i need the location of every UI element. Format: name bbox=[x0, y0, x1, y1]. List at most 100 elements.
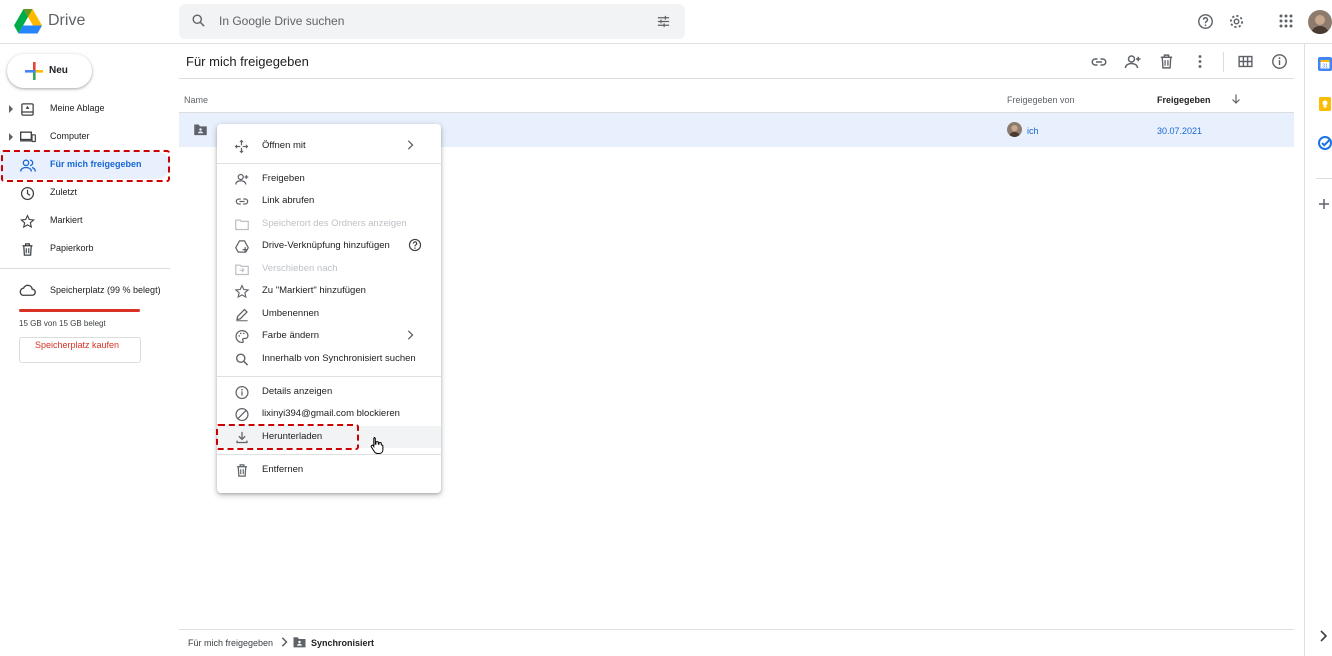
menu-item-label: Link abrufen bbox=[262, 195, 315, 206]
side-panel-divider bbox=[1316, 178, 1332, 179]
shared-with-me-icon bbox=[20, 158, 36, 173]
calendar-icon[interactable]: 31 bbox=[1318, 57, 1332, 71]
breadcrumb-parent[interactable]: Für mich freigegeben bbox=[188, 638, 273, 648]
sidebar-item-label: Papierkorb bbox=[50, 243, 94, 253]
menu-item-move-to: Verschieben nach bbox=[217, 258, 441, 280]
row-shared-date: 30.07.2021 bbox=[1157, 126, 1203, 136]
my-drive-icon bbox=[20, 102, 35, 117]
palette-icon bbox=[234, 329, 250, 344]
menu-item-open-with[interactable]: Öffnen mit bbox=[217, 135, 441, 157]
toolbar-divider-line bbox=[179, 78, 1294, 79]
menu-item-change-color[interactable]: Farbe ändern bbox=[217, 325, 441, 347]
context-menu: Öffnen mit Freigeben Link abrufen Speich… bbox=[217, 124, 441, 493]
chevron-right-icon bbox=[406, 330, 414, 340]
menu-item-label: Öffnen mit bbox=[262, 140, 306, 151]
menu-divider bbox=[217, 454, 441, 455]
owner-avatar bbox=[1007, 122, 1022, 137]
star-icon bbox=[234, 284, 250, 299]
buy-storage-label: Speicherplatz kaufen bbox=[35, 340, 120, 350]
sort-descending-icon[interactable] bbox=[1230, 93, 1242, 105]
menu-item-label: Umbenennen bbox=[262, 308, 320, 319]
expand-arrow-icon[interactable] bbox=[9, 105, 13, 113]
drive-logo-icon[interactable] bbox=[14, 9, 42, 34]
block-icon bbox=[234, 407, 250, 422]
menu-item-share[interactable]: Freigeben bbox=[217, 168, 441, 190]
link-icon bbox=[234, 194, 250, 209]
star-icon bbox=[20, 214, 35, 229]
tasks-icon[interactable] bbox=[1318, 136, 1332, 150]
help-icon[interactable] bbox=[1197, 13, 1214, 30]
menu-item-remove[interactable]: Entfernen bbox=[217, 459, 441, 481]
chevron-right-icon[interactable] bbox=[1319, 630, 1327, 642]
expand-arrow-icon[interactable] bbox=[9, 133, 13, 141]
avatar[interactable] bbox=[1308, 10, 1332, 34]
menu-item-label: Verschieben nach bbox=[262, 263, 338, 274]
menu-item-rename[interactable]: Umbenennen bbox=[217, 303, 441, 325]
storage-label[interactable]: Speicherplatz (99 % belegt) bbox=[50, 285, 161, 295]
page-title: Für mich freigegeben bbox=[186, 54, 309, 69]
sidebar-item-label: Meine Ablage bbox=[50, 103, 105, 113]
search-options-icon[interactable] bbox=[656, 14, 671, 29]
menu-item-label: Speicherort des Ordners anzeigen bbox=[262, 218, 407, 229]
plus-icon bbox=[25, 62, 43, 80]
info-icon bbox=[234, 385, 250, 400]
svg-text:31: 31 bbox=[1322, 64, 1328, 70]
add-shortcut-icon bbox=[234, 239, 250, 254]
info-icon[interactable] bbox=[1271, 53, 1288, 70]
link-icon[interactable] bbox=[1090, 53, 1108, 71]
menu-item-label: Entfernen bbox=[262, 464, 304, 475]
sidebar-item-my-drive[interactable]: Meine Ablage bbox=[0, 95, 170, 123]
keep-icon[interactable] bbox=[1318, 97, 1332, 111]
search-input[interactable] bbox=[219, 5, 639, 37]
menu-item-label: Freigeben bbox=[262, 173, 305, 184]
sidebar-item-recent[interactable]: Zuletzt bbox=[0, 179, 170, 207]
sidebar-item-starred[interactable]: Markiert bbox=[0, 207, 170, 235]
menu-item-block-user[interactable]: lixinyi394@gmail.com blockieren bbox=[217, 403, 441, 425]
sidebar-item-trash[interactable]: Papierkorb bbox=[0, 235, 170, 263]
shared-folder-icon bbox=[193, 123, 208, 136]
menu-item-label: Details anzeigen bbox=[262, 386, 333, 397]
menu-item-search-within[interactable]: Innerhalb von Synchronisiert suchen bbox=[217, 348, 441, 370]
sidebar-item-computer[interactable]: Computer bbox=[0, 123, 170, 151]
pencil-icon bbox=[234, 307, 250, 322]
open-with-icon bbox=[234, 139, 249, 154]
breadcrumb-current[interactable]: Synchronisiert bbox=[311, 638, 374, 648]
share-person-add-icon[interactable] bbox=[1124, 53, 1142, 71]
sidebar-item-label: Markiert bbox=[50, 215, 83, 225]
menu-divider bbox=[217, 376, 441, 377]
menu-item-add-shortcut[interactable]: Drive-Verknüpfung hinzufügen bbox=[217, 235, 441, 257]
sidebar-item-shared-with-me[interactable]: Für mich freigegeben bbox=[0, 151, 170, 179]
apps-grid-icon[interactable] bbox=[1279, 14, 1293, 28]
chevron-right-icon bbox=[406, 140, 414, 150]
menu-item-get-link[interactable]: Link abrufen bbox=[217, 190, 441, 212]
menu-divider bbox=[217, 163, 441, 164]
sidebar-item-label: Computer bbox=[50, 131, 90, 141]
column-header-shared-by[interactable]: Freigegeben von bbox=[1007, 95, 1075, 105]
menu-item-add-starred[interactable]: Zu "Markiert" hinzufügen bbox=[217, 280, 441, 302]
breadcrumb-chevron-icon bbox=[280, 637, 288, 647]
search-icon[interactable] bbox=[191, 13, 206, 28]
hand-cursor-icon bbox=[370, 436, 384, 454]
trash-icon bbox=[20, 242, 35, 257]
computer-icon bbox=[20, 130, 36, 145]
buy-storage-button[interactable]: Speicherplatz kaufen bbox=[19, 337, 141, 363]
download-icon bbox=[234, 430, 250, 445]
clock-icon bbox=[20, 186, 35, 201]
app-name[interactable]: Drive bbox=[48, 12, 85, 30]
settings-gear-icon[interactable] bbox=[1228, 13, 1245, 30]
add-addon-icon[interactable] bbox=[1318, 198, 1330, 210]
grid-view-icon[interactable] bbox=[1237, 53, 1254, 70]
row-shared-by: ich bbox=[1027, 126, 1039, 136]
footer-divider bbox=[179, 629, 1294, 630]
sidebar-item-label: Zuletzt bbox=[50, 187, 78, 197]
trash-icon[interactable] bbox=[1158, 53, 1175, 70]
menu-item-show-details[interactable]: Details anzeigen bbox=[217, 381, 441, 403]
help-icon[interactable] bbox=[408, 238, 422, 252]
menu-item-download[interactable]: Herunterladen bbox=[217, 426, 441, 448]
new-button[interactable]: Neu bbox=[7, 54, 92, 88]
column-header-shared-date[interactable]: Freigegeben bbox=[1157, 95, 1211, 105]
column-header-name[interactable]: Name bbox=[184, 95, 208, 105]
more-vert-icon[interactable] bbox=[1193, 53, 1207, 70]
storage-used-text: 15 GB von 15 GB belegt bbox=[19, 319, 106, 328]
cloud-icon bbox=[18, 283, 36, 297]
